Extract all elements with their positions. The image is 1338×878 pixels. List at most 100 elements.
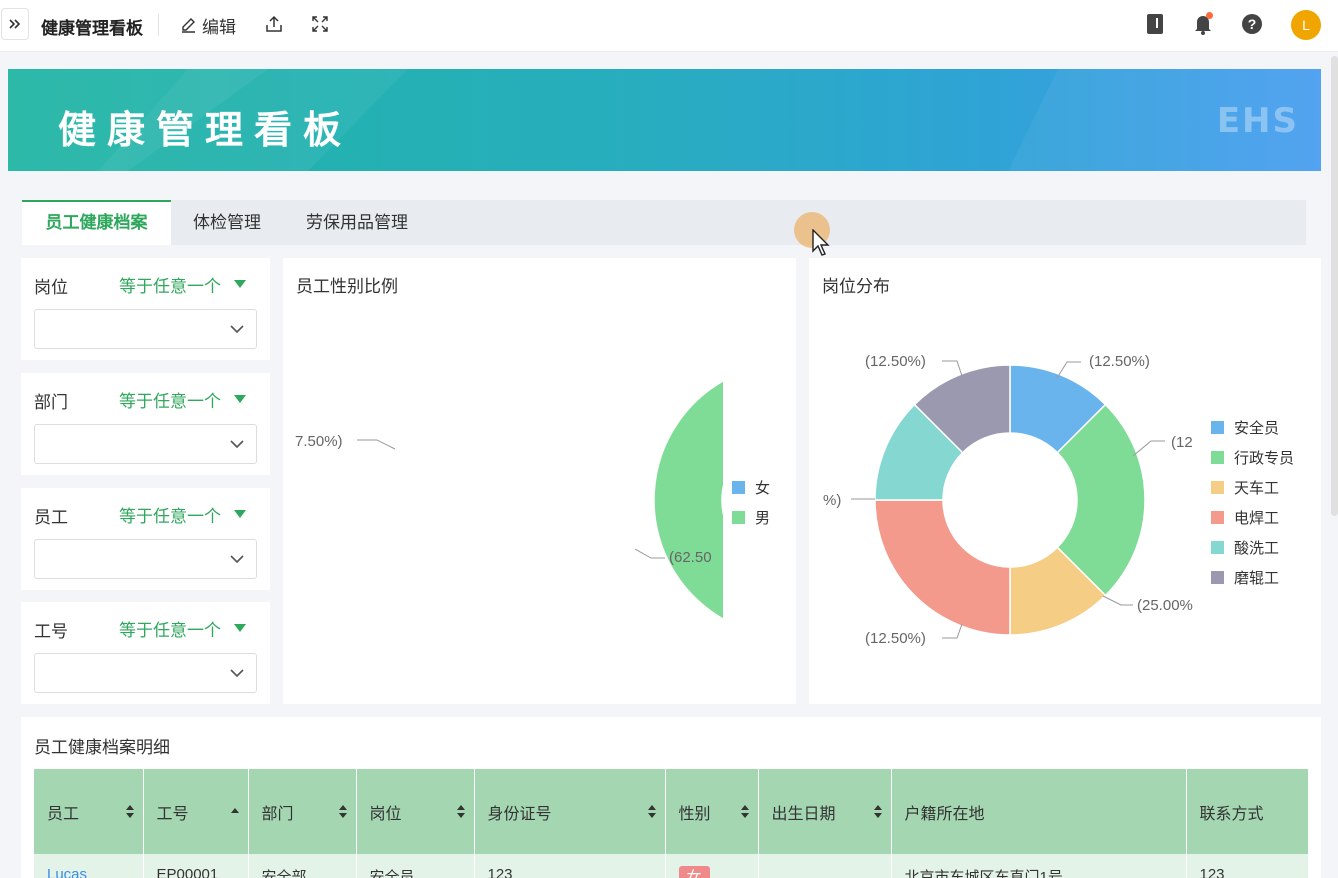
- cell-department: 安全部: [248, 854, 357, 878]
- filter-label: 岗位: [34, 278, 68, 297]
- column-header[interactable]: 员工: [34, 769, 144, 854]
- legend-label: 天车工: [1234, 480, 1280, 497]
- slice-label: %): [823, 492, 841, 509]
- page-scrollbar[interactable]: [1331, 56, 1338, 516]
- table-row[interactable]: Lucas EP00001 安全部 安全员 123 女 北京市东城区东直门1号 …: [34, 854, 1309, 878]
- svg-text:?: ?: [1248, 16, 1257, 32]
- column-header[interactable]: 工号: [143, 769, 249, 854]
- notification-dot: [1206, 12, 1213, 19]
- filter-operator[interactable]: 等于任意一个: [119, 387, 221, 412]
- caret-down-icon[interactable]: [234, 280, 246, 288]
- pencil-icon: [182, 18, 195, 33]
- caret-down-icon[interactable]: [234, 395, 246, 403]
- sort-icon[interactable]: [873, 805, 882, 819]
- legend-item[interactable]: 电焊工: [1211, 507, 1279, 528]
- legend-label: 男: [755, 510, 771, 527]
- sort-icon[interactable]: [125, 805, 134, 819]
- column-header[interactable]: 出生日期: [758, 769, 892, 854]
- cell-id-number: 123: [474, 854, 666, 878]
- slice-label: 7.50%): [295, 433, 343, 450]
- column-header[interactable]: 户籍所在地: [891, 769, 1187, 854]
- legend-item[interactable]: 安全员: [1211, 417, 1279, 438]
- sort-icon[interactable]: [740, 805, 749, 819]
- help-icon: ?: [1242, 14, 1262, 34]
- legend-swatch: [732, 481, 745, 494]
- expand-sidebar-button[interactable]: [1, 8, 29, 40]
- legend-swatch: [1211, 571, 1224, 584]
- legend-swatch: [1211, 421, 1224, 434]
- fullscreen-icon: [312, 16, 328, 32]
- user-avatar[interactable]: L: [1291, 10, 1321, 40]
- column-header[interactable]: 岗位: [356, 769, 475, 854]
- position-chart-panel: 岗位分布 (12.50%)%) (12.50%) (25.00% (12 (12.50%…: [809, 258, 1321, 704]
- donut-slice[interactable]: [874, 499, 1011, 636]
- cell-contact: 123: [1186, 854, 1309, 878]
- table-header-row: 员工 工号 部门 岗位 身份证号 性别 出生日期 户籍所在地 联系方式: [34, 769, 1309, 854]
- donut-slice[interactable]: [653, 363, 723, 637]
- filter-operator[interactable]: 等于任意一个: [119, 502, 221, 527]
- notebook-icon: [1147, 14, 1163, 34]
- filter-select[interactable]: [34, 424, 257, 464]
- tab-bar: 员工健康档案 体检管理 劳保用品管理: [22, 200, 1306, 245]
- legend-label: 磨辊工: [1234, 570, 1280, 587]
- top-bar: 健康管理看板 编辑 ? L: [0, 0, 1338, 52]
- slice-label: (12: [1171, 434, 1193, 451]
- fullscreen-button[interactable]: [310, 14, 330, 37]
- sort-asc-icon[interactable]: [230, 805, 239, 819]
- filter-label: 员工: [34, 508, 68, 527]
- tab-employee-health-records[interactable]: 员工健康档案: [22, 200, 171, 245]
- ehs-logo: EHS: [1216, 101, 1299, 141]
- legend-item[interactable]: 行政专员: [1211, 447, 1294, 468]
- legend-item[interactable]: 酸洗工: [1211, 537, 1279, 558]
- chevron-down-icon: [230, 325, 244, 334]
- cell-employee[interactable]: Lucas: [34, 854, 144, 878]
- label-leader-line: [634, 548, 665, 559]
- column-header[interactable]: 联系方式: [1186, 769, 1309, 854]
- column-header[interactable]: 性别: [665, 769, 759, 854]
- caret-down-icon[interactable]: [234, 510, 246, 518]
- column-header[interactable]: 部门: [248, 769, 357, 854]
- filter-operator[interactable]: 等于任意一个: [119, 616, 221, 641]
- sort-icon[interactable]: [456, 805, 465, 819]
- section-title: 员工健康档案明细: [34, 738, 170, 757]
- filter-select[interactable]: [34, 539, 257, 579]
- cell-birth-date: [758, 854, 892, 878]
- legend-label: 安全员: [1234, 420, 1280, 437]
- legend-swatch: [732, 511, 745, 524]
- label-leader-line: [1102, 595, 1133, 606]
- legend-item[interactable]: 男: [732, 507, 770, 528]
- filter-select[interactable]: [34, 309, 257, 349]
- legend-item[interactable]: 天车工: [1211, 477, 1279, 498]
- help-button[interactable]: ?: [1241, 12, 1263, 39]
- employee-link[interactable]: Lucas: [47, 866, 87, 878]
- banner: 健康管理看板 EHS: [8, 69, 1321, 171]
- legend-item[interactable]: 女: [732, 477, 770, 498]
- label-leader-line: [942, 623, 963, 639]
- cell-gender: 女: [665, 854, 759, 878]
- caret-down-icon[interactable]: [234, 624, 246, 632]
- slice-label: (12.50%): [865, 630, 926, 647]
- double-chevron-right-icon: [9, 19, 21, 29]
- notebook-button[interactable]: [1145, 12, 1165, 39]
- upload-icon: [266, 15, 282, 32]
- edit-button[interactable]: 编辑: [180, 13, 236, 38]
- filter-label: 工号: [34, 622, 68, 641]
- sort-icon[interactable]: [338, 805, 347, 819]
- sort-icon[interactable]: [647, 805, 656, 819]
- legend-label: 酸洗工: [1234, 540, 1280, 557]
- slice-label: (62.50: [669, 549, 712, 566]
- legend-swatch: [1211, 451, 1224, 464]
- legend-item[interactable]: 磨辊工: [1211, 567, 1279, 588]
- tab-ppe-management[interactable]: 劳保用品管理: [283, 200, 431, 245]
- filter-operator[interactable]: 等于任意一个: [119, 272, 221, 297]
- tab-physical-exam[interactable]: 体检管理: [171, 200, 283, 245]
- legend-label: 女: [755, 480, 771, 497]
- export-button[interactable]: [264, 14, 284, 37]
- banner-title: 健康管理看板: [58, 110, 353, 152]
- gender-tag: 女: [678, 866, 710, 878]
- column-header[interactable]: 身份证号: [474, 769, 666, 854]
- label-leader-line: [1132, 440, 1165, 457]
- chevron-down-icon: [230, 440, 244, 449]
- filter-select[interactable]: [34, 653, 257, 693]
- legend-label: 电焊工: [1234, 510, 1280, 527]
